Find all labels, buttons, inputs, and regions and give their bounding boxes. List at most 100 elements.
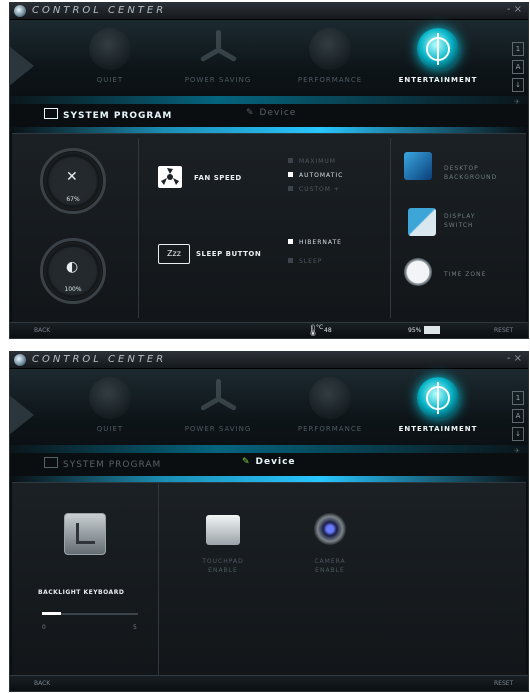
reset-button[interactable]: RESET	[494, 680, 513, 687]
fan-speed-label: FAN SPEED	[194, 174, 242, 182]
mode-performance-label: PERFORMANCE	[297, 425, 363, 433]
camera-icon[interactable]	[314, 513, 346, 545]
radio-fan-custom-label: CUSTOM	[299, 186, 331, 193]
app-title-2: CONTROL CENTER	[32, 354, 167, 365]
device-panel: BACKLIGHT KEYBOARD 0 5 TOUCHPAD ENABLE CA…	[12, 482, 526, 675]
back-button[interactable]: BACK	[34, 327, 50, 334]
tab-device-label: Device	[259, 108, 297, 118]
mode-power-saving[interactable]: POWER SAVING	[170, 375, 266, 447]
system-program-panel: ✕ 67% ◐ 100% FAN SPEED MAXIMUM AUTOMATIC…	[12, 133, 526, 322]
divider-left	[138, 138, 139, 318]
close-x-icon: ✕	[66, 169, 78, 185]
fan-icon-svg	[161, 168, 179, 185]
touchpad-icon[interactable]	[206, 515, 240, 545]
backlight-keyboard-label: BACKLIGHT KEYBOARD	[38, 589, 125, 596]
camera-enable-label: CAMERA ENABLE	[290, 557, 370, 575]
backlight-slider-fill	[42, 612, 61, 615]
backlight-max-label: 5	[133, 624, 138, 631]
back-button[interactable]: BACK	[34, 680, 50, 687]
title-bar-2: CONTROL CENTER - ×	[10, 352, 528, 369]
device-plug-icon: ✎	[242, 457, 251, 467]
clock-icon[interactable]	[404, 258, 432, 286]
mode-performance[interactable]: PERFORMANCE	[282, 26, 378, 98]
reset-button[interactable]: RESET	[494, 327, 513, 334]
time-zone-label: TIME ZONE	[444, 271, 487, 278]
desktop-background-label: DESKTOP BACKGROUND	[444, 164, 497, 182]
radio-sleep-sleep[interactable]: SLEEP	[288, 258, 322, 265]
side-icon-1[interactable]: 1	[512, 42, 524, 56]
entertainment-target-icon	[417, 377, 459, 419]
side-icon-a[interactable]: A	[512, 60, 524, 74]
tab-system-program-label: SYSTEM PROGRAM	[63, 111, 173, 121]
gauge-volume-value: 67%	[66, 196, 80, 203]
camera-l2: ENABLE	[315, 567, 345, 574]
mode-entertainment[interactable]: ENTERTAINMENT	[390, 375, 486, 447]
tab-system-program[interactable]: SYSTEM PROGRAM	[44, 457, 161, 470]
tab-device[interactable]: ✎ Device	[242, 457, 296, 467]
keyboard-backlight-icon[interactable]	[64, 513, 106, 555]
performance-icon	[309, 377, 351, 419]
backlight-min-label: 0	[42, 624, 47, 631]
sleep-zzz-icon[interactable]: Zzz	[158, 244, 190, 264]
mode-quiet[interactable]: QUIET	[62, 26, 158, 98]
monitor-icon	[44, 457, 58, 468]
touchpad-l2: ENABLE	[208, 567, 238, 574]
camera-l1: CAMERA	[314, 558, 346, 565]
monitor-icon	[44, 108, 58, 119]
side-icon-download[interactable]: ↓	[512, 78, 524, 92]
radio-fan-custom[interactable]: CUSTOM +	[288, 186, 340, 193]
mode-performance[interactable]: PERFORMANCE	[282, 375, 378, 447]
status-bar-2: BACK RESET	[10, 675, 528, 691]
temperature-value: 48	[324, 327, 332, 334]
power-mode-bar: QUIET POWER SAVING PERFORMANCE ENTERTAIN…	[10, 20, 528, 106]
display-switch-label: DISPLAY SWITCH	[444, 212, 476, 230]
tab-bar: SYSTEM PROGRAM ✎ Device	[10, 105, 528, 125]
tab-device[interactable]: ✎ Device	[246, 108, 296, 118]
mode-power-saving-label: POWER SAVING	[184, 76, 252, 84]
radio-sleep-hibernate[interactable]: HIBERNATE	[288, 239, 342, 246]
power-saving-fan-icon	[197, 28, 239, 70]
tab-system-program[interactable]: SYSTEM PROGRAM	[44, 108, 172, 121]
desktop-background-icon[interactable]	[404, 152, 432, 180]
mode-power-saving[interactable]: POWER SAVING	[170, 26, 266, 98]
tab-bar-2: SYSTEM PROGRAM ✎ Device	[10, 454, 528, 474]
fan-icon[interactable]	[158, 166, 182, 188]
battery-percent: 95%	[408, 327, 422, 334]
control-center-window-system: CONTROL CENTER - × QUIET POWER SAVING PE…	[9, 2, 529, 339]
quiet-mode-icon	[89, 28, 131, 70]
display-switch-icon[interactable]	[408, 208, 436, 236]
gauge-brightness[interactable]: ◐ 100%	[40, 238, 106, 304]
device-plug-icon: ✎	[246, 108, 255, 118]
tab-system-program-label: SYSTEM PROGRAM	[63, 460, 162, 470]
mode-highlight-strip	[10, 445, 528, 453]
tab-device-label: Device	[255, 457, 296, 467]
performance-icon	[309, 28, 351, 70]
radio-fan-maximum[interactable]: MAXIMUM	[288, 158, 336, 165]
radio-fan-automatic[interactable]: AUTOMATIC	[288, 172, 343, 179]
mode-quiet-label: QUIET	[96, 425, 124, 433]
power-saving-fan-icon	[197, 377, 239, 419]
side-icon-a[interactable]: A	[512, 409, 524, 423]
touchpad-l1: TOUCHPAD	[202, 558, 244, 565]
title-bar: CONTROL CENTER - ×	[10, 3, 528, 20]
window-controls[interactable]: - ×	[507, 4, 522, 15]
touchpad-enable-label: TOUCHPAD ENABLE	[183, 557, 263, 575]
sleep-button-label: SLEEP BUTTON	[196, 250, 262, 258]
gauge-brightness-value: 100%	[64, 286, 82, 293]
battery-icon	[424, 326, 440, 334]
app-logo-icon	[14, 5, 26, 17]
display-switch-l2: SWITCH	[444, 222, 474, 229]
mode-entertainment[interactable]: ENTERTAINMENT	[390, 26, 486, 98]
mode-arrow-decoration	[10, 42, 34, 90]
mode-power-saving-label: POWER SAVING	[184, 425, 252, 433]
custom-plus-icon: +	[333, 186, 340, 193]
mode-quiet[interactable]: QUIET	[62, 375, 158, 447]
mode-arrow-decoration	[10, 391, 34, 439]
side-icon-1[interactable]: 1	[512, 391, 524, 405]
window-controls-2[interactable]: - ×	[507, 353, 522, 364]
gauge-volume[interactable]: ✕ 67%	[40, 148, 106, 214]
brightness-icon: ◐	[66, 259, 79, 275]
side-icon-download[interactable]: ↓	[512, 427, 524, 441]
mode-quiet-label: QUIET	[96, 76, 124, 84]
status-bar: BACK 🌡 °C 48 95% RESET	[10, 322, 528, 338]
